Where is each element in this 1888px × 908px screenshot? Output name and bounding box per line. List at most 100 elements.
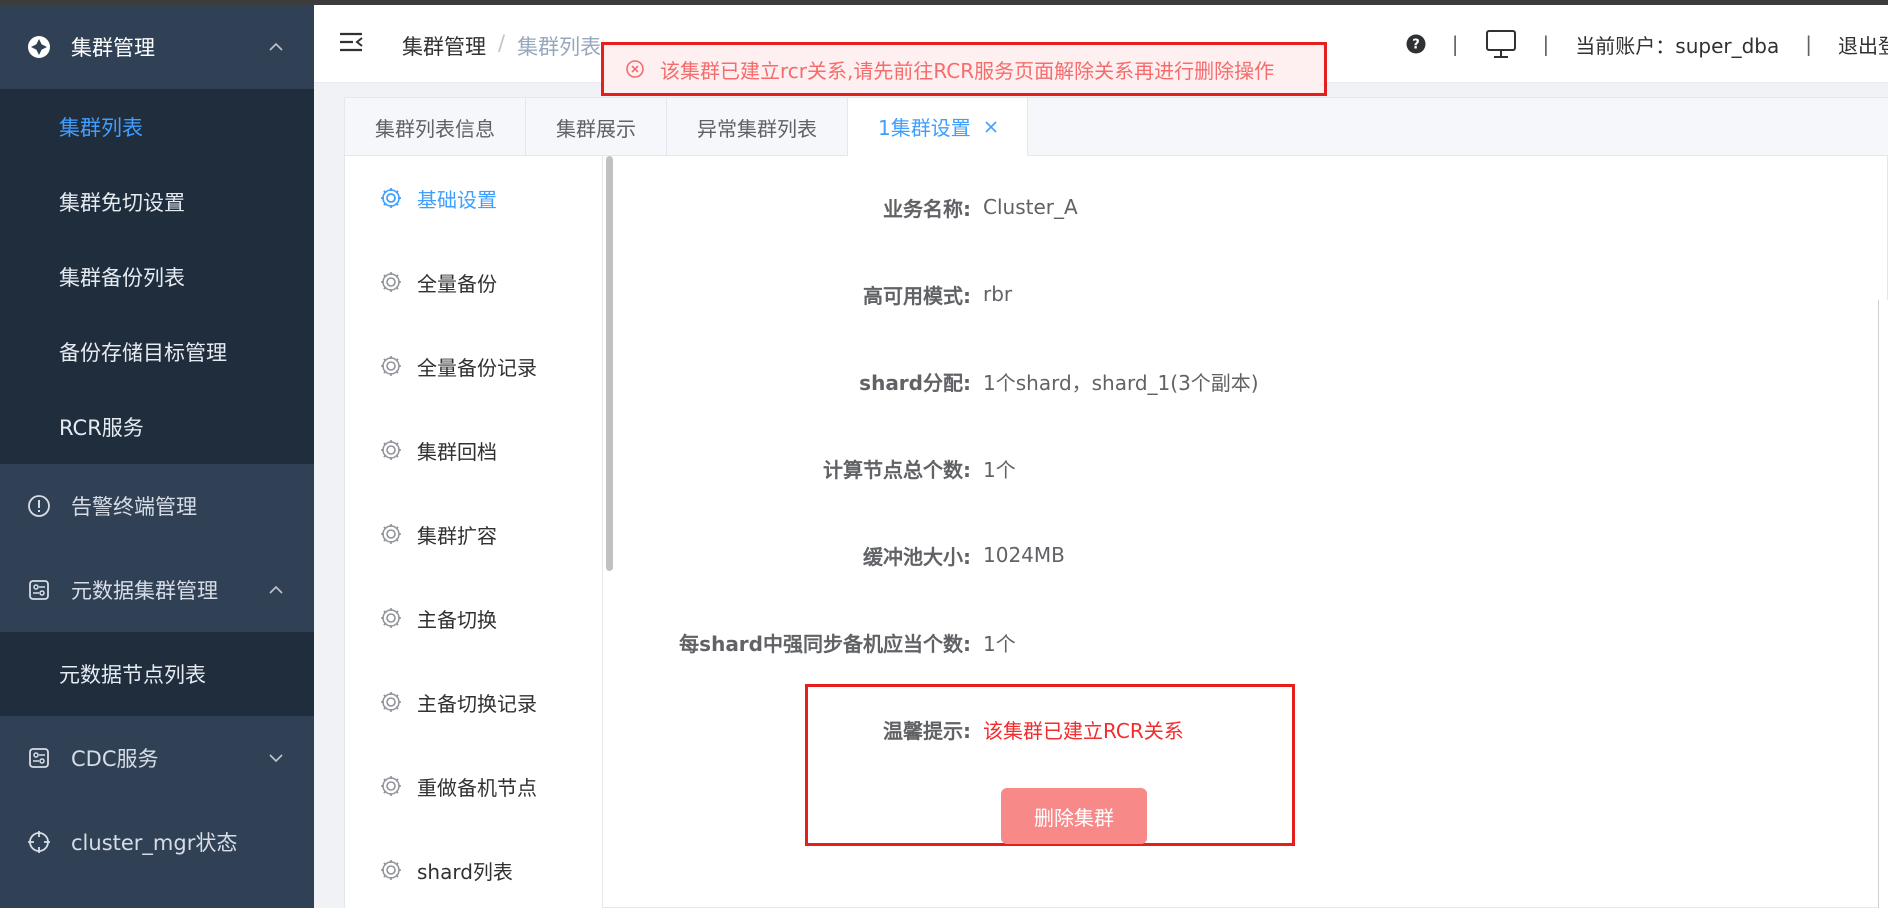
form-row-buffer-pool-size: 缓冲池大小: 1024MB	[624, 535, 1854, 575]
form-value: rbr	[983, 282, 1013, 306]
error-toast: 该集群已建立rcr关系,请先前往RCR服务页面解除关系再进行删除操作	[601, 42, 1327, 96]
form-row-shard-allocation: shard分配: 1个shard，shard_1(3个副本)	[624, 361, 1854, 401]
breadcrumb-root[interactable]: 集群管理	[402, 31, 486, 61]
gear-icon	[381, 356, 401, 376]
delete-cluster-button[interactable]: 删除集群	[1001, 788, 1147, 844]
tab-label: 1集群设置	[878, 116, 971, 140]
form-label: 高可用模式:	[863, 283, 971, 308]
sidebar-item-backup-storage[interactable]: 备份存储目标管理	[0, 314, 314, 389]
cluster-icon	[28, 36, 50, 58]
settings-item-basic[interactable]: 基础设置	[345, 156, 602, 240]
alert-icon	[28, 495, 50, 517]
form-value: 1个	[983, 457, 1016, 482]
settings-item-shard-list[interactable]: shard列表	[345, 828, 602, 908]
settings-item-label: 基础设置	[417, 187, 497, 212]
form-value: 1024MB	[983, 543, 1065, 567]
header-divider: |	[1451, 32, 1459, 56]
sidebar-item-cluster-no-switch[interactable]: 集群免切设置	[0, 164, 314, 239]
chevron-up-icon[interactable]	[268, 42, 284, 52]
sidebar-item-metadata-node-list[interactable]: 元数据节点列表	[0, 632, 314, 716]
page-scrollbar[interactable]	[1878, 300, 1888, 908]
toast-message: 该集群已建立rcr关系,请先前往RCR服务页面解除关系再进行删除操作	[660, 58, 1275, 83]
settings-item-cluster-expand[interactable]: 集群扩容	[345, 492, 602, 576]
settings-menu-scrollbar[interactable]	[606, 156, 613, 571]
cluster-submenu: 集群列表 集群免切设置 集群备份列表 备份存储目标管理 RCR服务	[0, 89, 314, 464]
settings-item-rebuild-standby[interactable]: 重做备机节点	[345, 744, 602, 828]
breadcrumb-separator: /	[498, 31, 506, 55]
settings-item-label: 集群回档	[417, 439, 497, 464]
sidebar-group-metadata-cluster[interactable]: 元数据集群管理	[0, 548, 314, 632]
help-icon[interactable]: ?	[1406, 34, 1426, 54]
form-row-ha-mode: 高可用模式: rbr	[624, 274, 1854, 314]
chevron-up-icon[interactable]	[268, 585, 284, 595]
sidebar-group-label: 告警终端管理	[71, 495, 197, 519]
sidebar-group-label: cluster_mgr状态	[71, 831, 238, 855]
form-row-compute-node-count: 计算节点总个数: 1个	[624, 448, 1854, 488]
settings-item-full-backup-records[interactable]: 全量备份记录	[345, 324, 602, 408]
breadcrumb-current: 集群列表	[517, 35, 602, 59]
form-row-business-name: 业务名称: Cluster_A	[624, 187, 1854, 227]
settings-item-label: shard列表	[417, 859, 513, 884]
sidebar-group-cluster-management[interactable]: 集群管理	[0, 5, 314, 89]
settings-item-label: 全量备份	[417, 271, 497, 296]
settings-menu: 基础设置 全量备份 全量备份记录 集群回档 集群扩容 主备切换 主备切换记录 重…	[345, 156, 603, 908]
settings-item-label: 全量备份记录	[417, 355, 537, 380]
sidebar-group-label: 集群管理	[71, 36, 155, 60]
sidebar-group-cdc-service[interactable]: CDC服务	[0, 716, 314, 800]
chevron-down-icon[interactable]	[268, 753, 284, 763]
gear-icon	[381, 188, 401, 208]
sidebar-item-rcr-service[interactable]: RCR服务	[0, 389, 314, 464]
header-right-tools: ? | | 当前账户：super_dba | 退出登录	[1406, 27, 1888, 61]
tab-cluster-settings[interactable]: 1集群设置	[848, 98, 1028, 156]
metadata-submenu: 元数据节点列表	[0, 632, 314, 716]
error-circle-icon	[626, 60, 644, 78]
settings-item-cluster-rollback[interactable]: 集群回档	[345, 408, 602, 492]
close-icon[interactable]	[985, 120, 997, 133]
header-divider: |	[1542, 32, 1550, 56]
form-label: shard分配:	[859, 370, 971, 395]
gear-icon	[381, 524, 401, 544]
settings-item-label: 重做备机节点	[417, 775, 537, 800]
form-label: 缓冲池大小:	[863, 544, 971, 569]
form-label: 每shard中强同步备机应当个数:	[679, 631, 971, 656]
gear-icon	[381, 608, 401, 628]
settings-item-label: 集群扩容	[417, 523, 497, 548]
sidebar-group-label: 元数据集群管理	[71, 579, 218, 603]
cdc-icon	[29, 748, 49, 768]
sidebar-group-label: CDC服务	[71, 747, 159, 771]
gear-icon	[381, 776, 401, 796]
tab-bar: 集群列表信息 集群展示 异常集群列表 1集群设置	[345, 98, 1888, 156]
header-divider: |	[1805, 32, 1812, 56]
form-value: 1个	[983, 631, 1016, 656]
gear-icon	[381, 440, 401, 460]
status-icon	[28, 831, 50, 853]
gear-icon	[381, 272, 401, 292]
svg-text:?: ?	[1412, 38, 1420, 53]
tab-cluster-list-info[interactable]: 集群列表信息	[345, 98, 526, 156]
form-value: Cluster_A	[983, 195, 1078, 219]
gear-icon	[381, 860, 401, 880]
form-label: 计算节点总个数:	[823, 457, 971, 482]
form-row-sync-standby-count: 每shard中强同步备机应当个数: 1个	[624, 622, 1854, 662]
metadata-icon	[29, 580, 49, 600]
tab-cluster-display[interactable]: 集群展示	[526, 98, 667, 156]
settings-item-label: 主备切换记录	[417, 691, 537, 716]
settings-item-failover-records[interactable]: 主备切换记录	[345, 660, 602, 744]
settings-item-full-backup[interactable]: 全量备份	[345, 240, 602, 324]
monitor-icon[interactable]	[1485, 29, 1517, 59]
form-label: 业务名称:	[883, 196, 971, 221]
sidebar: 集群管理 集群列表 集群免切设置 集群备份列表 备份存储目标管理 RCR服务 告…	[0, 5, 314, 908]
sidebar-item-cluster-list[interactable]: 集群列表	[0, 89, 314, 164]
sidebar-group-alert-terminal[interactable]: 告警终端管理	[0, 464, 314, 548]
breadcrumb: 集群管理 / 集群列表	[402, 31, 601, 61]
form-value: 1个shard，shard_1(3个副本)	[983, 370, 1259, 395]
settings-item-label: 主备切换	[417, 607, 497, 632]
account-label: 当前账户：super_dba	[1575, 33, 1780, 58]
gear-icon	[381, 692, 401, 712]
settings-item-failover[interactable]: 主备切换	[345, 576, 602, 660]
sidebar-group-cluster-mgr-status[interactable]: cluster_mgr状态	[0, 800, 314, 884]
sidebar-item-cluster-backup-list[interactable]: 集群备份列表	[0, 239, 314, 314]
logout-link[interactable]: 退出登录	[1838, 30, 1888, 59]
hamburger-menu-icon[interactable]	[338, 31, 364, 53]
tab-abnormal-cluster-list[interactable]: 异常集群列表	[667, 98, 848, 156]
